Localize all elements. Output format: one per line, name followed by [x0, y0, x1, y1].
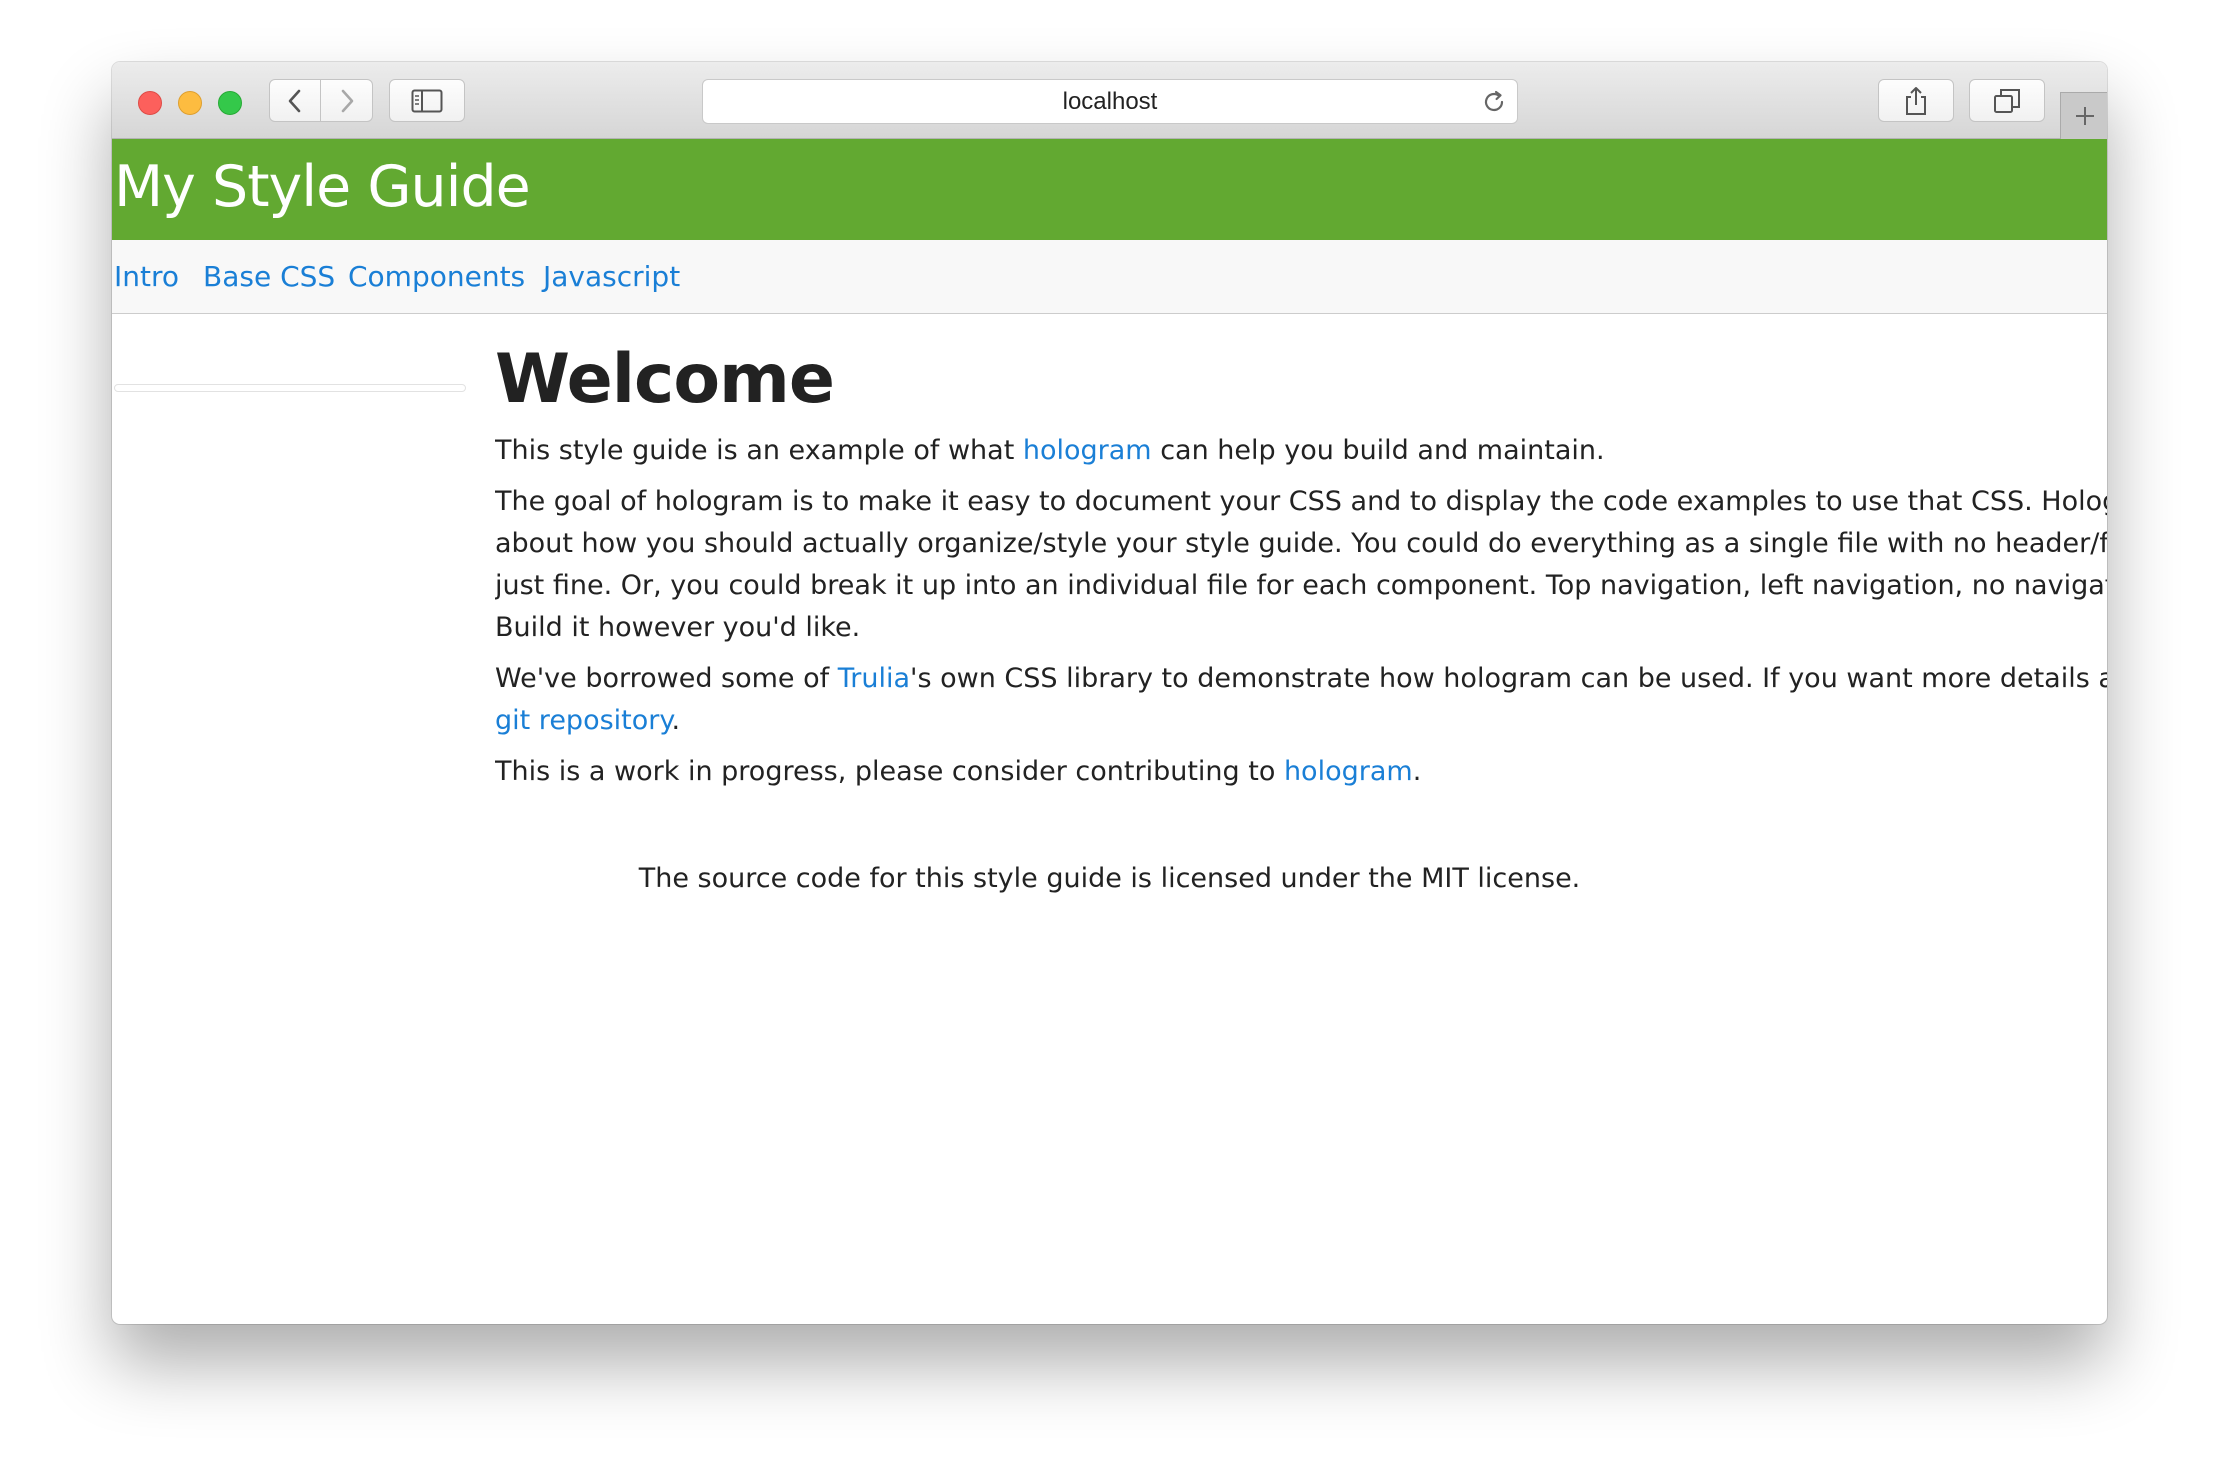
share-icon: [1906, 86, 1926, 115]
sidebar-icon: [411, 89, 443, 112]
close-window-button[interactable]: [138, 91, 162, 115]
contribute-paragraph: This is a work in progress, please consi…: [495, 756, 1422, 787]
site-title: My Style Guide: [114, 154, 531, 220]
new-tab-button[interactable]: [2060, 92, 2107, 139]
forward-button[interactable]: [321, 79, 373, 122]
sidebar-toggle-button[interactable]: [389, 79, 465, 122]
license-footer: The source code for this style guide is …: [638, 863, 1581, 894]
hologram-link[interactable]: hologram: [1023, 435, 1152, 466]
browser-window: localhost My Style Guide Intro Base CSS …: [112, 62, 2107, 1324]
minimize-window-button[interactable]: [178, 91, 202, 115]
plus-icon: [2075, 107, 2094, 125]
nav-item-components[interactable]: Components: [348, 240, 525, 313]
borrowed-paragraph: We've borrowed some of Trulia's own CSS …: [495, 663, 2107, 736]
forward-arrow-icon: [341, 89, 353, 112]
nav-item-base-css[interactable]: Base CSS: [203, 240, 335, 313]
top-navigation: Intro Base CSS Components Javascript: [112, 240, 2107, 314]
browser-toolbar: localhost: [112, 62, 2107, 139]
back-arrow-icon: [288, 89, 301, 112]
tab-overview-button[interactable]: [1969, 79, 2045, 122]
sidebar-panel: [114, 384, 466, 392]
page-heading: Welcome: [495, 340, 835, 419]
goal-paragraph: The goal of hologram is to make it easy …: [495, 486, 2107, 643]
git-repository-link[interactable]: git repository: [495, 705, 672, 736]
maximize-window-button[interactable]: [218, 91, 242, 115]
address-text: localhost: [1062, 88, 1158, 115]
trulia-link[interactable]: Trulia: [838, 663, 910, 694]
intro-paragraph: This style guide is an example of what h…: [495, 435, 1605, 466]
tabs-overview-icon: [1994, 88, 2020, 113]
nav-item-javascript[interactable]: Javascript: [543, 240, 680, 313]
reload-icon[interactable]: [1481, 89, 1507, 115]
address-bar[interactable]: localhost: [702, 79, 1518, 124]
hologram-contribute-link[interactable]: hologram: [1284, 756, 1413, 787]
nav-item-intro[interactable]: Intro: [114, 240, 179, 313]
back-button[interactable]: [269, 79, 321, 122]
site-header: My Style Guide: [112, 139, 2107, 240]
share-button[interactable]: [1878, 79, 1954, 122]
